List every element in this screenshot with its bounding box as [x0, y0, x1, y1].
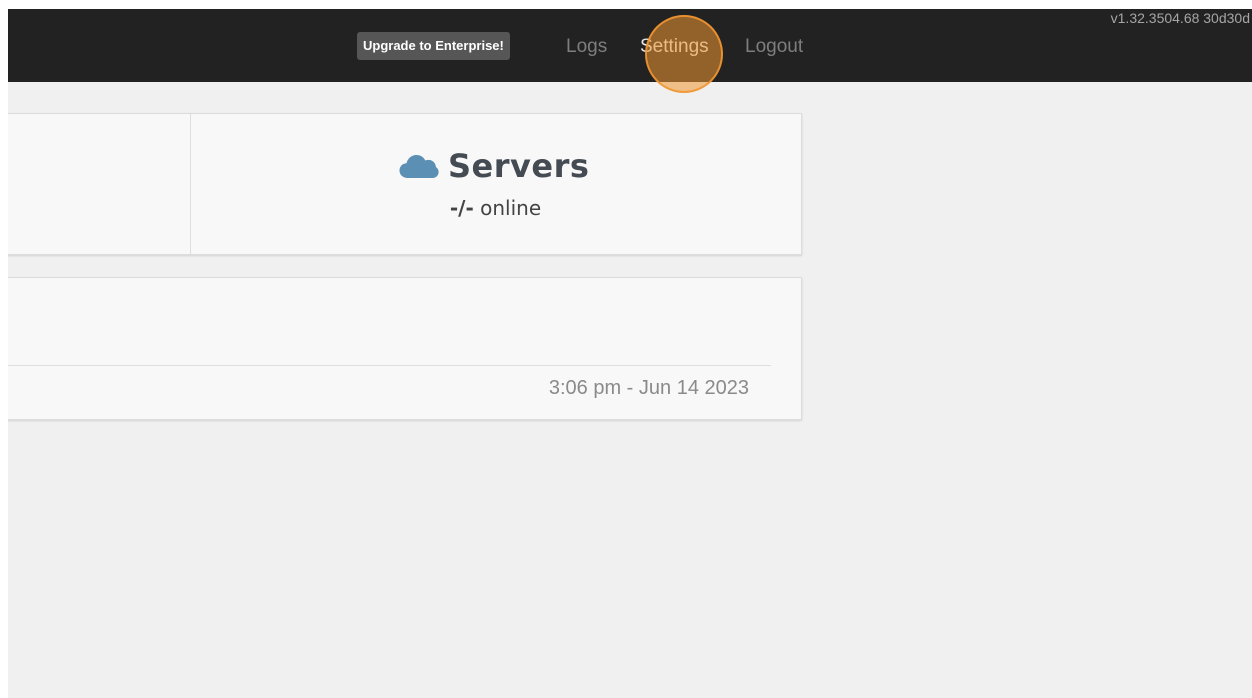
- nav-link-settings[interactable]: Settings: [640, 35, 709, 59]
- browser-viewport: Upgrade to Enterprise! Logs Settings Log…: [8, 9, 1252, 698]
- top-navbar: Upgrade to Enterprise! Logs Settings Log…: [8, 9, 1252, 93]
- stats-panel: Servers -/- online: [8, 113, 802, 255]
- cloud-icon: [399, 155, 439, 178]
- info-panel: 3:06 pm - Jun 14 2023: [8, 277, 802, 420]
- version-label: v1.32.3504.68 30d30d: [1110, 10, 1250, 26]
- servers-heading: Servers: [399, 144, 589, 188]
- last-updated-timestamp: 3:06 pm - Jun 14 2023: [548, 377, 749, 399]
- nav-link-logs[interactable]: Logs: [566, 35, 607, 59]
- upgrade-enterprise-button[interactable]: Upgrade to Enterprise!: [357, 32, 510, 60]
- servers-online-count: -/-: [449, 196, 474, 220]
- servers-status: -/- online: [190, 196, 801, 220]
- panel-divider: [190, 114, 191, 254]
- servers-online-label: online: [480, 196, 542, 220]
- info-divider: [8, 365, 771, 366]
- servers-title: Servers: [448, 147, 590, 185]
- nav-link-logout[interactable]: Logout: [745, 35, 803, 59]
